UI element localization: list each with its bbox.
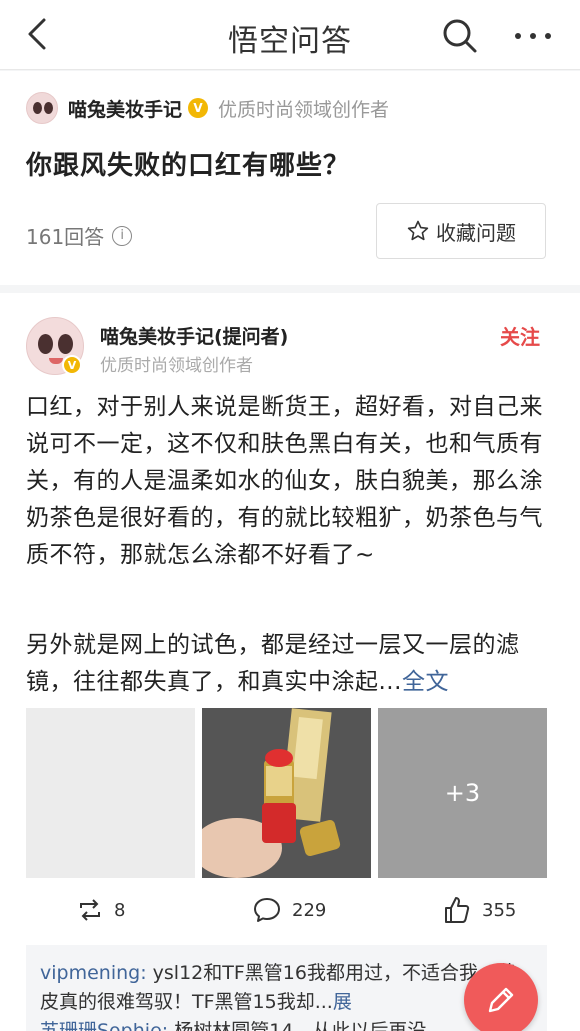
thumbs-up-icon <box>445 897 470 923</box>
comment-user[interactable]: vipmening: <box>40 962 147 984</box>
answer-paragraph-1[interactable]: 口红，对于别人来说是断货王，超好看，对自己来说可不一定，这不仅和肤色黑白有关，也… <box>26 389 556 574</box>
repost-icon <box>80 899 100 921</box>
like-count: 355 <box>482 899 517 921</box>
comment-button[interactable]: 229 <box>252 893 326 927</box>
info-icon[interactable]: i <box>112 225 133 246</box>
answer-count-text: 161回答 <box>26 225 105 249</box>
image-grid: +3 <box>26 708 547 878</box>
comment-icon <box>254 898 280 922</box>
page-title: 悟空问答 <box>228 24 352 59</box>
comment-expand-link[interactable]: 展 <box>333 991 352 1013</box>
answer-card: V 喵兔美妆手记(提问者) 优质时尚领域创作者 关注 口红，对于别人来说是断货王… <box>0 293 580 1031</box>
follow-button[interactable]: 关注 <box>500 321 540 350</box>
repost-button[interactable]: 8 <box>76 893 125 927</box>
question-author-row[interactable]: 喵兔美妆手记 V 优质时尚领域创作者 <box>26 91 389 125</box>
avatar-detail <box>49 358 63 364</box>
comment-item[interactable]: 苏珊珊Sophie: 杨树林圆管14，从此以后再没 <box>40 1017 533 1031</box>
answer-paragraph-2[interactable]: 另外就是网上的试色，都是经过一层又一层的滤镜，往往都失真了，和真实中涂起...全… <box>26 627 556 701</box>
top-bar: 悟空问答 <box>0 0 580 70</box>
answer-image-1[interactable] <box>26 708 195 878</box>
question-title[interactable]: 你跟风失败的口红有哪些？ <box>26 145 350 182</box>
answer-image-3-more[interactable]: +3 <box>378 708 547 878</box>
write-answer-button[interactable] <box>464 963 538 1031</box>
verified-badge-icon: V <box>188 98 209 118</box>
like-button[interactable]: 355 <box>442 893 516 927</box>
full-text-link[interactable]: 全文 <box>402 669 449 695</box>
comment-item[interactable]: vipmening: ysl12和TF黑管16我都用过，不适合我，黄皮真的很难驾… <box>40 959 533 1017</box>
avatar-figure-right <box>58 334 73 354</box>
comment-count: 229 <box>292 899 327 921</box>
collect-question-button[interactable]: 收藏问题 <box>376 203 546 259</box>
repost-count: 8 <box>114 899 126 921</box>
collect-question-label: 收藏问题 <box>436 220 516 245</box>
more-images-count: +3 <box>444 779 481 807</box>
question-card: 喵兔美妆手记 V 优质时尚领域创作者 你跟风失败的口红有哪些？ 161回答 i … <box>0 71 580 285</box>
answer-image-2[interactable] <box>202 708 371 878</box>
action-bar: 8 229 355 <box>0 893 580 933</box>
lipstick-photo <box>202 708 371 878</box>
answer-author-name[interactable]: 喵兔美妆手记(提问者) <box>100 322 288 349</box>
question-author-desc: 优质时尚领域创作者 <box>218 98 390 121</box>
comment-text: 杨树林圆管14，从此以后再没 <box>168 1020 427 1031</box>
answer-author-desc: 优质时尚领域创作者 <box>100 356 253 376</box>
pencil-icon <box>488 987 514 1013</box>
star-icon <box>407 220 429 241</box>
avatar[interactable] <box>26 92 58 124</box>
avatar-figure-left <box>38 334 53 354</box>
comment-user[interactable]: 苏珊珊Sophie: <box>40 1020 168 1031</box>
search-icon[interactable] <box>440 16 480 56</box>
answer-count: 161回答 i <box>26 221 133 250</box>
verified-badge-icon: V <box>62 355 82 375</box>
question-author-name[interactable]: 喵兔美妆手记 <box>68 95 182 122</box>
more-dots-icon[interactable] <box>508 16 558 56</box>
